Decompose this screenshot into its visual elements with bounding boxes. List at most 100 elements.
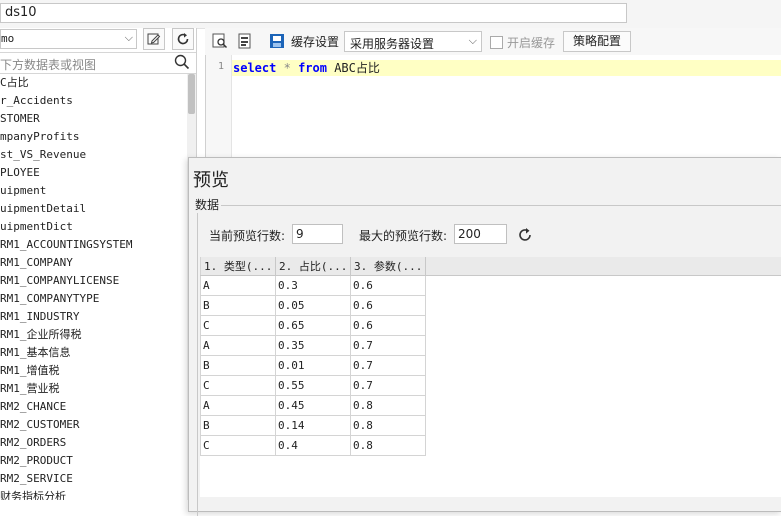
table-cell: C [200,315,276,336]
line-number: 1 [217,61,224,72]
table-list-item[interactable]: RM2_ORDERS [0,434,186,452]
sql-table-name: ABC占比 [334,61,380,75]
table-list-item[interactable]: RM1_INDUSTRY [0,308,186,326]
database-select[interactable]: mo ⌵ [0,29,137,49]
checkbox-box[interactable] [490,36,503,49]
table-cell: A [200,275,276,296]
table-list-item[interactable]: RM1_增值税 [0,362,186,380]
table-list-item[interactable]: RM1_基本信息 [0,344,186,362]
table-list-item[interactable]: C占比 [0,74,186,92]
chevron-down-icon: ⌵ [124,31,133,44]
table-cell: 0.7 [350,375,426,396]
table-list-item[interactable]: uipmentDict [0,218,186,236]
table-cell: 0.14 [275,415,351,436]
table-cell: 0.6 [350,295,426,316]
data-group-label: 数据 [193,196,222,213]
edit-icon[interactable] [143,28,165,50]
table-row[interactable]: C 0.4 0.8 [200,435,426,456]
table-row[interactable]: C 0.65 0.6 [200,315,426,336]
table-search-placeholder: 下方数据表或视图 [0,58,97,72]
table-cell: 0.8 [350,395,426,416]
column-header[interactable]: 2. 占比(... [275,257,351,276]
table-list-item[interactable]: 财务指标分析 [0,488,186,500]
table-row[interactable]: B 0.01 0.7 [200,355,426,376]
table-cell: 0.8 [350,435,426,456]
table-list-item[interactable]: uipmentDetail [0,200,186,218]
table-row[interactable]: A 0.45 0.8 [200,395,426,416]
table-cell: 0.7 [350,335,426,356]
preview-table: 1. 类型(... 2. 占比(... 3. 参数(... A 0.3 0.6 B 0.… [200,257,426,456]
search-icon[interactable] [174,54,190,73]
column-header[interactable]: 3. 参数(... [350,257,426,276]
table-list-item[interactable]: RM1_COMPANY [0,254,186,272]
current-rows-input[interactable]: 9 [292,224,343,244]
table-list-item[interactable]: mpanyProfits [0,128,186,146]
table-cell: 0.55 [275,375,351,396]
table-list-item[interactable]: RM1_COMPANYLICENSE [0,272,186,290]
table-cell: 0.05 [275,295,351,316]
table-browser-panel: mo ⌵ 下方数据表或视图 C占比 r_Accidents STOMER mpanyP… [0,28,197,511]
cache-settings-select[interactable]: 采用服务器设置 ⌵ [344,31,482,52]
sql-star: * [283,61,291,75]
table-list-item[interactable]: RM2_SERVICE [0,470,186,488]
table-list-item[interactable]: RM1_ACCOUNTINGSYSTEM [0,236,186,254]
sql-icon[interactable] [235,31,255,51]
table-list: C占比 r_Accidents STOMER mpanyProfits st_VS_Re… [0,74,186,500]
cache-icon[interactable] [267,31,287,51]
table-cell: B [200,355,276,376]
table-cell: A [200,395,276,416]
enable-cache-label: 开启缓存 [507,36,556,50]
enable-cache-checkbox[interactable]: 开启缓存 [490,34,555,51]
table-list-item[interactable]: RM1_营业税 [0,380,186,398]
sql-keyword-select: select [233,61,277,75]
table-list-item[interactable]: RM2_CHANCE [0,398,186,416]
table-row[interactable]: A 0.35 0.7 [200,335,426,356]
table-cell: 0.65 [275,315,351,336]
current-rows-label: 当前预览行数: [209,229,286,243]
table-cell: A [200,335,276,356]
table-cell: 0.45 [275,395,351,416]
table-row[interactable]: C 0.55 0.7 [200,375,426,396]
refresh-icon[interactable] [515,225,535,245]
table-list-item[interactable]: uipment [0,182,186,200]
table-list-item[interactable]: RM1_企业所得税 [0,326,186,344]
scrollbar-thumb[interactable] [188,74,195,114]
table-list-item[interactable]: RM1_COMPANYTYPE [0,290,186,308]
column-header[interactable]: 1. 类型(... [200,257,276,276]
table-row[interactable]: A 0.3 0.6 [200,275,426,296]
dataset-name-input[interactable]: ds10 [0,3,627,23]
table-cell: 0.35 [275,335,351,356]
table-cell: 0.3 [275,275,351,296]
chevron-down-icon: ⌵ [468,34,477,47]
preview-icon[interactable] [210,31,230,51]
table-search-input[interactable]: 下方数据表或视图 [0,52,196,74]
max-rows-input[interactable]: 200 [454,224,507,244]
table-cell: 0.8 [350,415,426,436]
table-cell: B [200,415,276,436]
preview-title: 预览 [193,170,229,191]
table-cell: 0.6 [350,275,426,296]
query-toolbar: 缓存设置 采用服务器设置 ⌵ 开启缓存 策略配置 [205,28,781,56]
cache-settings-label: 缓存设置 [291,35,340,49]
table-cell: 0.6 [350,315,426,336]
strategy-config-button[interactable]: 策略配置 [563,31,631,52]
table-row[interactable]: B 0.05 0.6 [200,295,426,316]
sql-code-line[interactable]: select * from ABC占比 [232,60,781,76]
table-list-item[interactable]: r_Accidents [0,92,186,110]
table-cell: 0.7 [350,355,426,376]
max-rows-label: 最大的预览行数: [359,229,448,243]
table-row[interactable]: B 0.14 0.8 [200,415,426,436]
table-cell: B [200,295,276,316]
cache-settings-value: 采用服务器设置 [350,37,435,51]
table-list-item[interactable]: st_VS_Revenue [0,146,186,164]
top-bar: ds10 [0,0,781,29]
preview-table-body: A 0.3 0.6 B 0.05 0.6 C 0.65 0.6 A 0.35 0.7 B 0.01 0.7 C… [200,275,426,456]
table-list-item[interactable]: RM2_PRODUCT [0,452,186,470]
refresh-icon[interactable] [172,28,194,50]
table-list-item[interactable]: STOMER [0,110,186,128]
table-list-item[interactable]: RM2_CUSTOMER [0,416,186,434]
table-list-item[interactable]: PLOYEE [0,164,186,182]
table-cell: 0.4 [275,435,351,456]
table-cell: C [200,375,276,396]
database-select-value: mo [1,32,15,45]
